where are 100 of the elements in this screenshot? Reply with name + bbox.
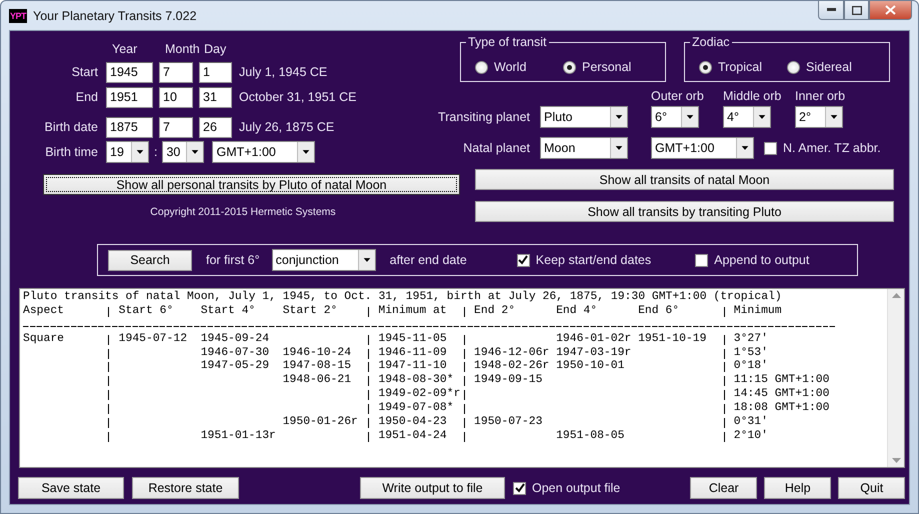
radio-button[interactable] [475, 60, 488, 74]
search-button[interactable]: Search [108, 250, 192, 270]
caret-icon [610, 138, 627, 158]
radio-button[interactable] [787, 60, 800, 74]
checkbox[interactable] [695, 254, 708, 266]
caret-icon [131, 142, 148, 162]
checkbox[interactable] [513, 482, 526, 494]
output-cell-text: 1948-02-26r [474, 360, 550, 374]
time-separator: : [154, 145, 158, 159]
caret-icon [825, 107, 842, 127]
caret-icon [186, 142, 204, 162]
quit-button[interactable]: Quit [838, 477, 906, 499]
field-label: End [74, 90, 98, 104]
app-icon: YPT [9, 8, 28, 22]
column-label: Day [204, 42, 228, 56]
output-cell-text: 1949-02-09*r [378, 388, 460, 402]
caret-icon [358, 250, 375, 270]
help-button[interactable]: Help [764, 477, 832, 499]
show-transits-button[interactable]: Show all personal transits by Pluto of natal Moon [43, 174, 460, 195]
output-cell-text: 2°10' [734, 430, 769, 444]
column-header: Start 6° [118, 304, 174, 319]
minute-dropdown[interactable]: 30 [162, 141, 204, 163]
checkbox[interactable] [764, 142, 777, 154]
output-cell-text: 1948-08-30* [378, 374, 455, 388]
output-cell-text: 1946-11-09 [378, 346, 448, 360]
orb-label: Inner orb [795, 89, 846, 103]
date-caption: July 1, 1945 CE [239, 65, 328, 79]
output-cell-text: 1947-11-10 [378, 360, 448, 374]
radio-button[interactable] [699, 60, 712, 74]
write-output-button[interactable]: Write output to file [360, 477, 505, 499]
field-label: Start [70, 65, 98, 79]
window-title: Your Planetary Transits 7.022 [33, 8, 197, 22]
column-header: Start 2° [282, 304, 338, 319]
column-header: Minimum at [378, 304, 448, 319]
planet-transits-button[interactable]: Show all transits by transiting Pluto [475, 201, 894, 222]
natal-planet-dropdown[interactable]: Moon [540, 137, 628, 159]
orb-dropdown[interactable]: 2° [795, 106, 843, 128]
output-cell-text: 1946-12-06r [474, 346, 550, 360]
month-field[interactable]: 7 [159, 62, 193, 82]
caret-icon [610, 107, 627, 127]
column-header: Minimum [734, 304, 783, 319]
caret-icon [753, 107, 770, 127]
caret-icon [736, 138, 753, 158]
field-label: Natal planet [462, 141, 530, 155]
radio-label: Tropical [718, 60, 762, 74]
timezone-dropdown[interactable]: GMT+1:00 [651, 137, 754, 159]
output-cell-text: 0°31' [734, 416, 769, 430]
orb-dropdown[interactable]: 4° [723, 106, 771, 128]
minimize-icon[interactable] [818, 1, 844, 20]
output-cell-text: 18:08 GMT+1:00 [734, 402, 830, 416]
copyright-text: Copyright 2011-2015 Hermetic Systems [150, 206, 336, 218]
day-field[interactable]: 26 [199, 116, 232, 138]
year-field[interactable]: 1945 [106, 62, 153, 82]
radio-label: Personal [582, 60, 632, 74]
group-title: Zodiac [691, 35, 731, 49]
output-cell-text: 1950-07-23 [474, 416, 544, 430]
output-cell-text: 1947-05-29 [200, 360, 270, 374]
search-prefix: for first 6° [206, 253, 260, 267]
maximize-icon[interactable] [844, 1, 869, 20]
month-field[interactable]: 10 [159, 86, 193, 108]
column-label: Year [112, 42, 138, 56]
output-cell-text: 1946-10-24 [282, 346, 352, 360]
radio-label: Sidereal [806, 60, 852, 74]
output-cell-text: 1947-03-19r [556, 346, 632, 360]
clear-button[interactable]: Clear [690, 477, 758, 499]
close-icon[interactable] [869, 1, 912, 20]
month-field[interactable]: 7 [159, 116, 193, 138]
output-cell-text: 1951-04-24 [378, 430, 448, 444]
output-cell-text: 1945-11-05 [378, 332, 448, 347]
timezone-dropdown[interactable]: GMT+1:00 [212, 141, 316, 163]
field-label: Birth time [44, 145, 98, 159]
output-cell-text: 1945-09-24 [200, 332, 270, 347]
output-cell-text: 1945-07-12 [118, 332, 188, 347]
orb-dropdown[interactable]: 6° [651, 106, 699, 128]
restore-state-button[interactable]: Restore state [132, 477, 239, 499]
output-cell-text: 1950-01-26r [282, 416, 359, 430]
hour-dropdown[interactable]: 19 [106, 141, 149, 163]
save-state-button[interactable]: Save state [18, 477, 124, 499]
natal-transits-button[interactable]: Show all transits of natal Moon [475, 169, 894, 190]
orb-label: Middle orb [723, 89, 782, 103]
output-cell-text: 1949-09-15 [474, 374, 544, 388]
checkbox-label: Append to output [714, 253, 810, 267]
radio-button[interactable] [563, 60, 576, 74]
aspect-dropdown[interactable]: conjunction [272, 249, 376, 271]
output-cell-text: 14:45 GMT+1:00 [734, 388, 830, 402]
checkbox[interactable] [516, 254, 530, 266]
column-label: Month [165, 42, 201, 56]
output-cell-text: 1951-08-05 [556, 430, 626, 444]
column-header: Aspect [23, 304, 66, 319]
day-field[interactable]: 31 [199, 86, 232, 108]
transiting-planet-dropdown[interactable]: Pluto [540, 106, 628, 128]
date-caption: October 31, 1951 CE [239, 90, 356, 104]
output-cell-text: 1948-06-21 [282, 374, 352, 388]
output-cell-text: 1949-07-08* [378, 402, 455, 416]
year-field[interactable]: 1875 [106, 116, 153, 138]
output-area[interactable] [19, 288, 905, 468]
year-field[interactable]: 1951 [106, 86, 153, 108]
output-cell-text: 1950-04-23 [378, 416, 448, 430]
orb-label: Outer orb [651, 89, 705, 103]
day-field[interactable]: 1 [199, 62, 232, 82]
